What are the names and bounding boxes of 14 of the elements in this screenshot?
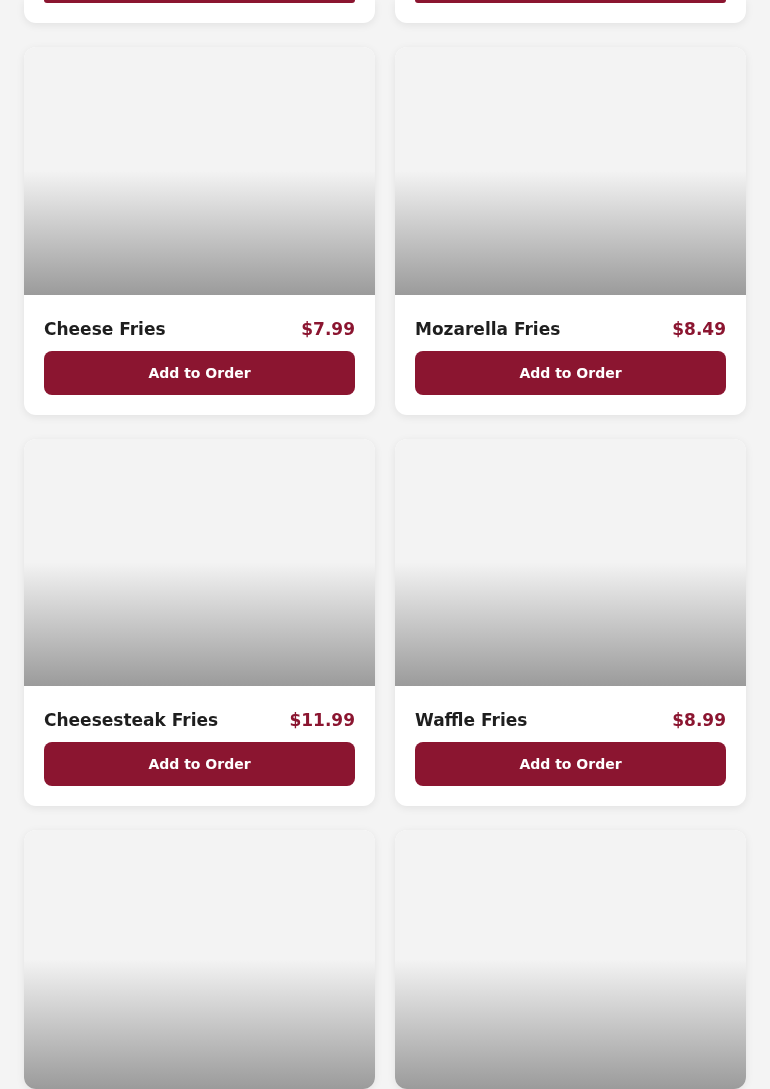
add-to-order-button[interactable] [415, 0, 726, 3]
add-to-order-button[interactable] [44, 0, 355, 3]
add-to-order-button[interactable]: Add to Order [44, 350, 355, 395]
item-price: $11.99 [289, 710, 355, 730]
item-name: Mozarella Fries [415, 318, 561, 339]
item-price: $7.99 [301, 318, 355, 339]
item-name: Cheese Fries [44, 318, 166, 339]
item-name: Waffle Fries [415, 710, 528, 730]
item-price: $8.99 [672, 710, 726, 730]
add-to-order-button[interactable]: Add to Order [415, 742, 726, 786]
add-to-order-button[interactable]: Add to Order [44, 742, 355, 786]
add-to-order-button[interactable]: Add to Order [415, 350, 726, 395]
item-name: Cheesesteak Fries [44, 710, 219, 730]
item-price: $8.49 [672, 318, 726, 339]
